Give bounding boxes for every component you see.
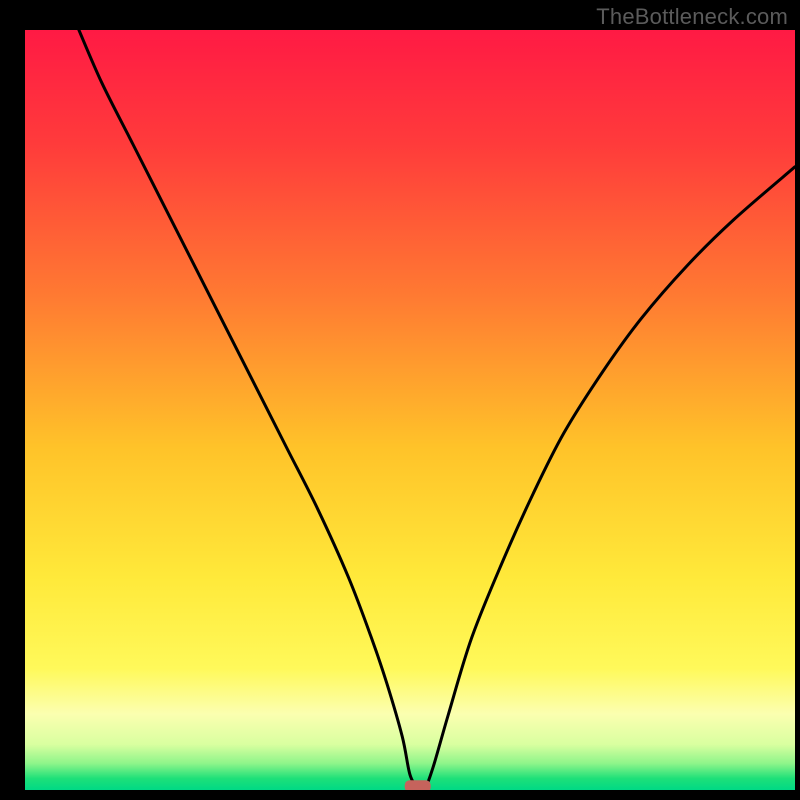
gradient-background <box>25 30 795 790</box>
plot-area <box>25 30 795 790</box>
chart-svg <box>25 30 795 790</box>
chart-frame: TheBottleneck.com <box>0 0 800 800</box>
optimum-marker <box>405 780 431 790</box>
watermark-text: TheBottleneck.com <box>596 4 788 30</box>
